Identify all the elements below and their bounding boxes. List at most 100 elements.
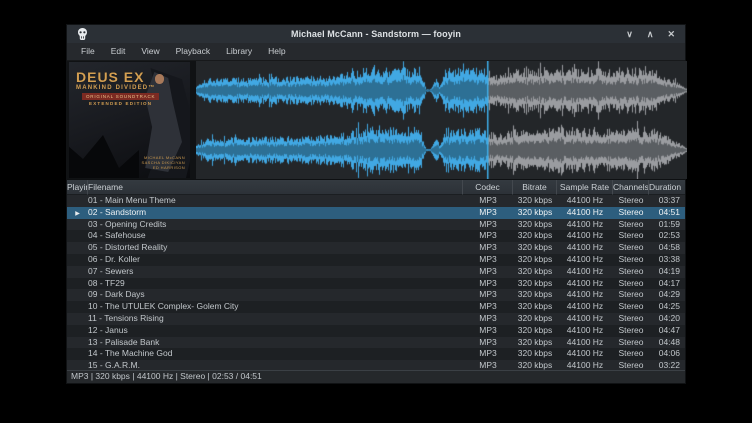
cell-playing [67,313,88,325]
cell-bitrate: 320 kbps [513,289,557,301]
cell-filename: 03 - Opening Credits [88,219,463,231]
title-bar[interactable]: Michael McCann - Sandstorm — fooyin ∨ ∧ … [67,25,685,43]
cell-duration: 04:58 [649,242,685,254]
cell-bitrate: 320 kbps [513,242,557,254]
playlist-header: Playing Filename Codec Bitrate Sample Ra… [67,180,685,195]
cell-playing [67,219,88,231]
table-row[interactable]: 12 - JanusMP3320 kbps44100 HzStereo04:47 [67,325,685,337]
table-row[interactable]: 06 - Dr. KollerMP3320 kbps44100 HzStereo… [67,254,685,266]
table-row[interactable]: 01 - Main Menu ThemeMP3320 kbps44100 HzS… [67,195,685,207]
cell-channels: Stereo [613,195,649,207]
menu-help[interactable]: Help [260,43,293,60]
menu-playback[interactable]: Playback [168,43,219,60]
cell-playing [67,325,88,337]
cell-sample-rate: 44100 Hz [557,289,613,301]
cell-duration: 04:25 [649,301,685,313]
table-row[interactable]: 11 - Tensions RisingMP3320 kbps44100 HzS… [67,313,685,325]
cell-channels: Stereo [613,230,649,242]
cell-filename: 01 - Main Menu Theme [88,195,463,207]
status-bar: MP3 | 320 kbps | 44100 Hz | Stereo | 02:… [67,370,685,383]
column-header-sample-rate[interactable]: Sample Rate [557,180,613,195]
table-row[interactable]: 03 - Opening CreditsMP3320 kbps44100 HzS… [67,219,685,231]
table-row[interactable]: 10 - The UTULEK Complex- Golem CityMP332… [67,301,685,313]
table-row[interactable]: 08 - TF29MP3320 kbps44100 HzStereo04:17 [67,278,685,290]
table-row[interactable]: 07 - SewersMP3320 kbps44100 HzStereo04:1… [67,266,685,278]
cell-channels: Stereo [613,301,649,313]
table-row[interactable]: 04 - SafehouseMP3320 kbps44100 HzStereo0… [67,230,685,242]
maximize-icon[interactable]: ∧ [647,25,654,43]
cell-channels: Stereo [613,242,649,254]
art-credits: MICHAEL McCANN SASCHA DIKICIYAN ED HARRI… [142,155,185,170]
cell-duration: 03:37 [649,195,685,207]
cell-sample-rate: 44100 Hz [557,242,613,254]
table-row[interactable]: 15 - G.A.R.M.MP3320 kbps44100 HzStereo03… [67,360,685,370]
fooyin-window: Michael McCann - Sandstorm — fooyin ∨ ∧ … [66,24,686,384]
cell-filename: 05 - Distorted Reality [88,242,463,254]
cell-sample-rate: 44100 Hz [557,195,613,207]
cell-codec: MP3 [463,242,513,254]
cell-filename: 14 - The Machine God [88,348,463,360]
cell-sample-rate: 44100 Hz [557,325,613,337]
table-row[interactable]: 14 - The Machine GodMP3320 kbps44100 HzS… [67,348,685,360]
status-text: MP3 | 320 kbps | 44100 Hz | Stereo | 02:… [71,371,262,381]
cell-codec: MP3 [463,278,513,290]
table-row[interactable]: 13 - Palisade BankMP3320 kbps44100 HzSte… [67,337,685,349]
close-icon[interactable]: ✕ [667,25,675,43]
cell-duration: 02:53 [649,230,685,242]
column-header-filename[interactable]: Filename [88,180,463,195]
play-icon: ▶ [75,211,80,217]
cell-bitrate: 320 kbps [513,254,557,266]
media-row: DEUS EX MANKIND DIVIDED™ ORIGINAL SOUNDT… [67,61,685,179]
cell-duration: 04:51 [649,207,685,219]
column-header-bitrate[interactable]: Bitrate [513,180,557,195]
cell-codec: MP3 [463,325,513,337]
cell-duration: 04:48 [649,337,685,349]
art-edition: EXTENDED EDITION [89,101,152,106]
table-row[interactable]: ▶02 - SandstormMP3320 kbps44100 HzStereo… [67,207,685,219]
cell-playing [67,348,88,360]
column-header-channels[interactable]: Channels [613,180,649,195]
column-header-codec[interactable]: Codec [463,180,513,195]
cell-filename: 04 - Safehouse [88,230,463,242]
minimize-icon[interactable]: ∨ [626,25,633,43]
cell-filename: 11 - Tensions Rising [88,313,463,325]
cell-duration: 04:29 [649,289,685,301]
cell-duration: 04:20 [649,313,685,325]
menu-library[interactable]: Library [218,43,260,60]
art-subtitle: MANKIND DIVIDED™ [76,85,156,91]
cell-bitrate: 320 kbps [513,325,557,337]
cell-playing [67,360,88,370]
cell-sample-rate: 44100 Hz [557,219,613,231]
cell-duration: 04:17 [649,278,685,290]
menu-file[interactable]: File [73,43,103,60]
cell-bitrate: 320 kbps [513,360,557,370]
cell-playing [67,230,88,242]
album-art-panel: DEUS EX MANKIND DIVIDED™ ORIGINAL SOUNDT… [67,61,196,179]
cell-filename: 13 - Palisade Bank [88,337,463,349]
cell-bitrate: 320 kbps [513,195,557,207]
cell-sample-rate: 44100 Hz [557,313,613,325]
waveform-seekbar[interactable] [196,61,687,179]
cell-sample-rate: 44100 Hz [557,230,613,242]
window-controls: ∨ ∧ ✕ [626,25,685,43]
cell-codec: MP3 [463,254,513,266]
cell-playing [67,301,88,313]
column-header-playing[interactable]: Playing [67,180,88,195]
cell-channels: Stereo [613,313,649,325]
cell-playing [67,242,88,254]
column-header-duration[interactable]: Duration [649,180,685,195]
cell-bitrate: 320 kbps [513,266,557,278]
cell-sample-rate: 44100 Hz [557,337,613,349]
cell-bitrate: 320 kbps [513,301,557,313]
cell-bitrate: 320 kbps [513,219,557,231]
playlist: Playing Filename Codec Bitrate Sample Ra… [67,179,685,370]
cell-codec: MP3 [463,337,513,349]
playlist-body: 01 - Main Menu ThemeMP3320 kbps44100 HzS… [67,195,685,370]
menu-bar: File Edit View Playback Library Help [67,43,685,61]
cell-playing [67,278,88,290]
cell-sample-rate: 44100 Hz [557,207,613,219]
table-row[interactable]: 09 - Dark DaysMP3320 kbps44100 HzStereo0… [67,289,685,301]
table-row[interactable]: 05 - Distorted RealityMP3320 kbps44100 H… [67,242,685,254]
menu-view[interactable]: View [133,43,167,60]
menu-edit[interactable]: Edit [103,43,134,60]
